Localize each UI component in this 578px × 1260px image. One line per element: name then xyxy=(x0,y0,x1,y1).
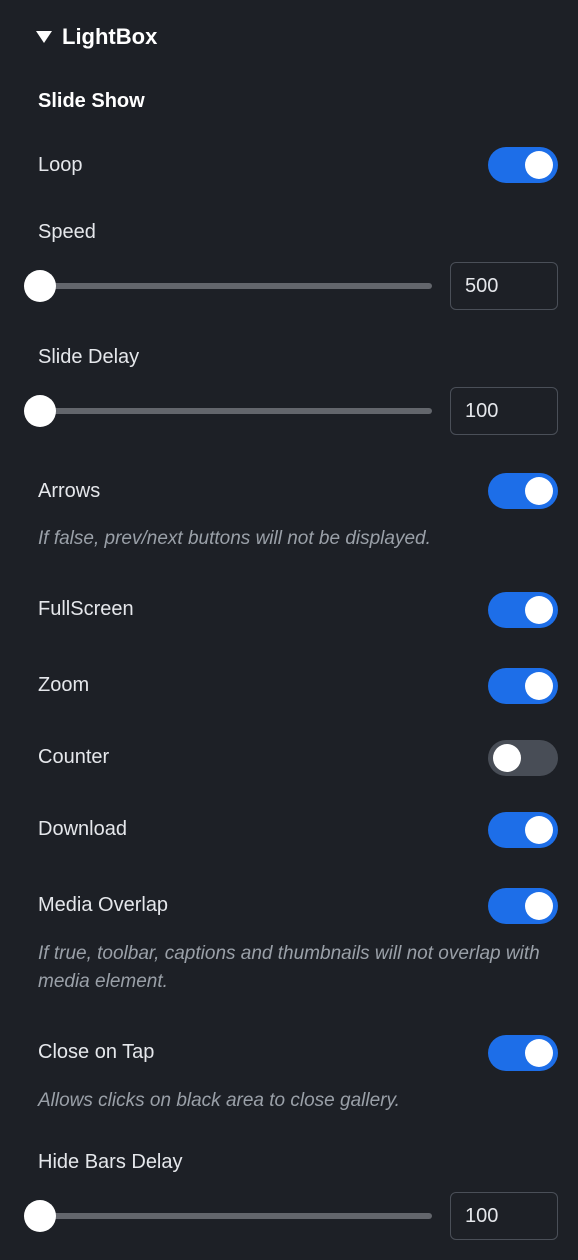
fullscreen-label: FullScreen xyxy=(38,598,134,621)
speed-label: Speed xyxy=(38,221,558,244)
loop-toggle[interactable] xyxy=(488,147,558,183)
media-overlap-label: Media Overlap xyxy=(38,894,168,917)
hide-bars-delay-label: Hide Bars Delay xyxy=(38,1151,558,1174)
group-title-slideshow: Slide Show xyxy=(38,90,558,113)
download-toggle[interactable] xyxy=(488,812,558,848)
counter-label: Counter xyxy=(38,746,109,769)
close-on-tap-note: Allows clicks on black area to close gal… xyxy=(38,1087,558,1116)
fullscreen-toggle[interactable] xyxy=(488,592,558,628)
hide-bars-delay-slider[interactable] xyxy=(24,1198,432,1234)
section-title: LightBox xyxy=(62,24,157,50)
zoom-toggle[interactable] xyxy=(488,668,558,704)
media-overlap-note: If true, toolbar, captions and thumbnail… xyxy=(38,940,558,997)
loop-label: Loop xyxy=(38,154,83,177)
slide-delay-input[interactable] xyxy=(450,387,558,435)
counter-toggle[interactable] xyxy=(488,740,558,776)
zoom-label: Zoom xyxy=(38,674,89,697)
slide-delay-slider[interactable] xyxy=(24,393,432,429)
speed-input[interactable] xyxy=(450,262,558,310)
media-overlap-toggle[interactable] xyxy=(488,888,558,924)
download-label: Download xyxy=(38,818,127,841)
slide-delay-label: Slide Delay xyxy=(38,346,558,369)
close-on-tap-toggle[interactable] xyxy=(488,1035,558,1071)
chevron-down-icon xyxy=(36,31,52,43)
close-on-tap-label: Close on Tap xyxy=(38,1041,154,1064)
arrows-note: If false, prev/next buttons will not be … xyxy=(38,525,558,554)
hide-bars-delay-input[interactable] xyxy=(450,1192,558,1240)
section-header[interactable]: LightBox xyxy=(36,24,558,50)
arrows-label: Arrows xyxy=(38,480,100,503)
arrows-toggle[interactable] xyxy=(488,473,558,509)
speed-slider[interactable] xyxy=(24,268,432,304)
